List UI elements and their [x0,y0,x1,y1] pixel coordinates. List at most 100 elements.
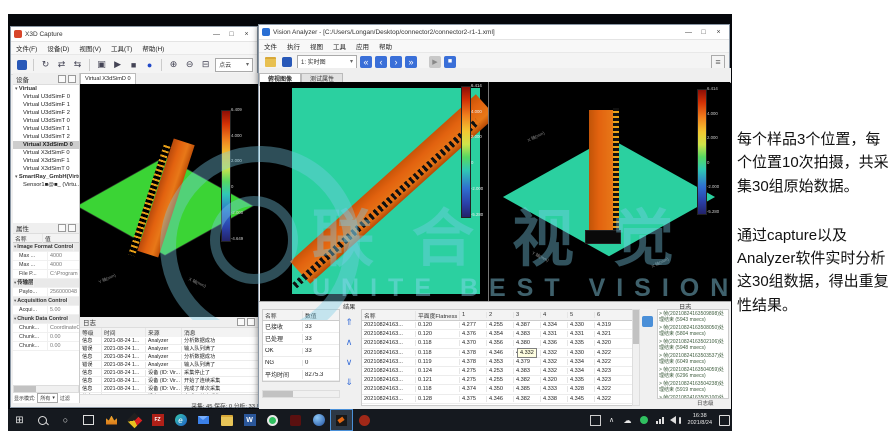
green-app-icon[interactable] [261,409,284,431]
menu-item[interactable]: 帮助 [374,41,397,51]
log-row[interactable]: 信息 2021-08-24 1... 设备 (ID: Vir... 完成了单次采… [80,385,258,393]
results-row[interactable]: 20210824163... 0.118 4.378 4.346 4.384 4… [362,349,632,358]
results-row[interactable]: 20210824163... 0.119 4.378 4.353 4.379 4… [362,358,632,367]
panel-close-icon[interactable] [68,75,76,83]
log-row[interactable]: 信息 2021-08-24 1... Analyzer 分析数据成功 [80,353,258,361]
speaker-icon[interactable] [668,409,684,431]
stats-hscrollbar[interactable] [262,390,340,398]
property-row[interactable]: Acqui... 5.00 [13,306,79,315]
capture-titlebar[interactable]: X3D Capture — □ × [11,27,257,42]
preset-dropdown[interactable]: 1: 实时图 ▾ [297,55,357,69]
menu-item[interactable]: 工具 [328,41,351,51]
red-app-icon[interactable] [353,409,376,431]
menu-item[interactable]: 文件 [259,41,282,51]
property-row[interactable]: Paylo... 256000048 [13,288,79,297]
minimize-button[interactable]: — [681,26,696,39]
zoom-in-icon[interactable]: ⊕ [167,58,180,72]
display-mode-dropdown[interactable]: 所有 ▾ [37,393,58,403]
menu-item[interactable]: 帮助(H) [137,43,169,53]
first-frame-icon[interactable]: « [360,56,372,68]
edge-icon[interactable]: e [169,409,192,431]
menu-item[interactable]: 设备(D) [42,43,74,53]
next-frame-icon[interactable]: › [390,56,402,68]
results-row[interactable]: 20210824163... 0.121 4.373 4.344 4.380 4… [362,404,632,406]
filezilla-icon[interactable]: FZ [146,409,169,431]
log-row[interactable]: 信息 2021-08-24 1... 设备 (ID: Vir... 采集停止了 [80,369,258,377]
device-tree-item[interactable]: Sensor1■@■_ (Virtu... [13,181,79,189]
results-row[interactable]: 20210824163... 0.120 4.277 4.255 4.387 4… [362,321,632,330]
connect-icon[interactable]: ⇄ [55,58,68,72]
device-tree-item[interactable]: Virtual X3dSimT 0 [13,165,79,173]
results-row[interactable]: 20210824163... 0.120 4.376 4.354 4.383 4… [362,330,632,339]
notifications-icon[interactable] [716,409,732,431]
stats-row[interactable]: OK 33 [263,345,339,357]
property-row[interactable]: Chunk... 0.00 [13,333,79,342]
word-icon[interactable]: W [238,409,261,431]
log-row[interactable]: 信息 2021-08-24 1... Analyzer 分析数据成功 [80,337,258,345]
play-icon[interactable]: ▶ [429,56,441,68]
maximize-button[interactable]: □ [224,28,239,41]
property-row[interactable]: Image Format Control [13,243,79,252]
device-tree-item[interactable]: Virtual U3dSimF 1 [13,101,79,109]
stats-row[interactable]: NG 0 [263,357,339,369]
analyzer-log-list[interactable]: > 帧(20210824163509898)处理结束 (5943 msecs)>… [657,309,729,399]
search-icon[interactable] [31,409,54,431]
property-row[interactable]: File P... C:\Program Fil... [13,270,79,279]
save-icon[interactable] [280,55,294,69]
property-row[interactable]: Chunk Data Control [13,315,79,324]
device-tree-item[interactable]: Virtual U3dSimT 0 [13,117,79,125]
properties-hscrollbar[interactable] [13,385,79,393]
last-row-icon[interactable]: ⇓ [341,374,357,390]
zoom-fit-icon[interactable]: ⊟ [199,58,212,72]
device-tree-item[interactable]: Virtual U3dSimT 2 [13,133,79,141]
log-row[interactable]: 错误 2021-08-24 1... Analyzer 输入队列满了 [80,345,258,353]
zoom-out-icon[interactable]: ⊖ [183,58,196,72]
hidden-icons-chevron[interactable]: ∧ [604,409,620,431]
capture-app-active-icon[interactable] [330,409,353,431]
network-icon[interactable] [652,409,668,431]
cortana-icon[interactable]: ○ [54,409,77,431]
viewer-tab[interactable]: Virtual X3dSimD 0 [80,73,136,84]
prev-frame-icon[interactable]: ‹ [375,56,387,68]
side-panel-icon[interactable]: ≡ [711,55,725,69]
panel-float-icon[interactable] [237,318,245,326]
property-row[interactable]: Max ... 4000 [13,261,79,270]
crown-app-icon[interactable] [100,409,123,431]
mail-icon[interactable] [192,409,215,431]
cloud-icon[interactable]: ☁ [620,409,636,431]
menu-item[interactable]: 应用 [351,41,374,51]
device-tree-item[interactable]: SmartRay_GmbH(Virtual ... [13,173,79,181]
log-row[interactable]: 信息 2021-08-24 1... 设备 (ID: Vir... 开始了连续采… [80,377,258,385]
file-explorer-icon[interactable] [215,409,238,431]
property-row[interactable]: Max ... 4000 [13,252,79,261]
device-tree-item[interactable]: Virtual U3dSimF 0 [13,93,79,101]
results-row[interactable]: 20210824163... 0.124 4.275 4.253 4.383 4… [362,367,632,376]
stats-row[interactable]: 已处理 33 [263,333,339,345]
results-row[interactable]: 20210824163... 0.118 4.374 4.350 4.385 4… [362,385,632,394]
topview-3d-view[interactable]: 6.4144.0002.0000-2.000-5.280 [260,82,488,301]
menu-item[interactable]: 视图(V) [74,43,106,53]
maximize-button[interactable]: □ [696,26,711,39]
menu-item[interactable]: 工具(T) [106,43,137,53]
task-view-icon[interactable] [77,409,100,431]
property-row[interactable]: Acquisition Control [13,297,79,306]
property-row[interactable]: Chunk... 0.00 [13,342,79,351]
device-tree-item[interactable]: Virtual U3dSimF 2 [13,109,79,117]
sphere-app-icon[interactable] [307,409,330,431]
property-row[interactable]: 传输层 [13,279,79,288]
results-row[interactable]: 20210824163... 0.118 4.370 4.356 4.380 4… [362,339,632,348]
view-mode-dropdown[interactable]: 点云 ▾ [215,58,253,72]
save-icon[interactable] [15,58,28,72]
next-row-icon[interactable]: ∨ [341,354,357,370]
start-button[interactable]: ⊞ [8,409,31,431]
results-row[interactable]: 20210824163... 0.121 4.275 4.255 4.382 4… [362,376,632,385]
panel-close-icon[interactable] [247,318,255,326]
device-tree-item[interactable]: Virtual X3dSimF 1 [13,157,79,165]
device-tree-item[interactable]: Virtual X3dSimF 0 [13,149,79,157]
refresh-icon[interactable]: ↻ [39,58,52,72]
snapshot-icon[interactable]: ▣ [95,58,108,72]
minimize-button[interactable]: — [209,28,224,41]
menu-item[interactable]: 视图 [305,41,328,51]
stats-row[interactable]: 已接收 33 [263,321,339,333]
menu-item[interactable]: 文件(F) [11,43,42,53]
